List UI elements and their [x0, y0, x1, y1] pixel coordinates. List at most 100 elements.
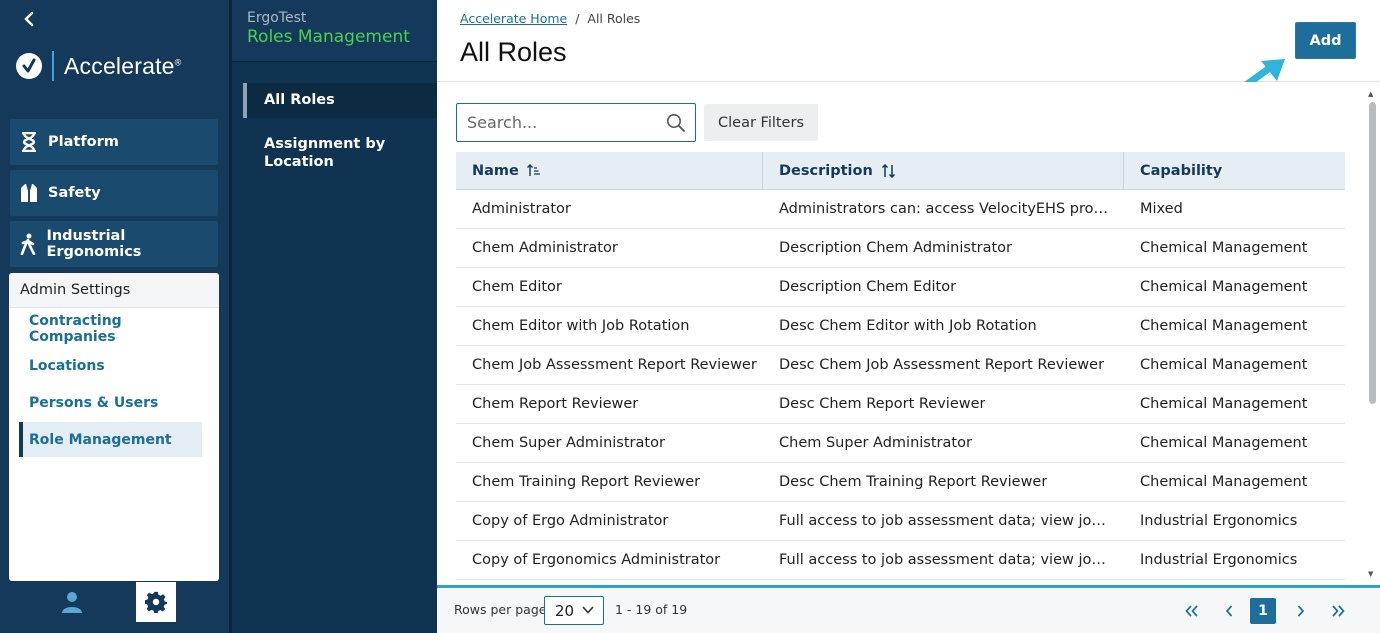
module-safety[interactable]: Safety	[10, 170, 218, 216]
rows-per-page-select[interactable]: 20	[544, 596, 604, 625]
search-input[interactable]	[467, 113, 657, 132]
sort-icon	[881, 163, 895, 178]
rows-per-page-label: Rows per page	[454, 602, 547, 617]
logo-divider	[52, 51, 54, 81]
admin-link-locations[interactable]: Locations	[19, 348, 202, 383]
gear-icon	[145, 591, 167, 613]
section-title: Roles Management	[247, 27, 410, 47]
cell-name: Administrator	[472, 201, 571, 217]
vertical-scrollbar[interactable]: ▲ ▼	[1367, 88, 1379, 583]
table-row[interactable]: Chem Job Assessment Report Reviewer Desc …	[456, 346, 1345, 385]
last-page-button[interactable]	[1325, 598, 1351, 624]
cell-name: Chem Training Report Reviewer	[472, 474, 701, 490]
cell-name: Chem Super Administrator	[472, 435, 665, 451]
clear-filters-button[interactable]: Clear Filters	[704, 104, 818, 141]
table-row[interactable]: Copy of Ergo Administrator Full access to…	[456, 502, 1345, 541]
cell-capability: Mixed	[1140, 201, 1183, 217]
column-header-capability[interactable]: Capability	[1124, 152, 1345, 189]
cell-description: Desc Chem Training Report Reviewer	[779, 474, 1048, 490]
rows-per-page-value: 20	[555, 601, 575, 620]
add-role-button[interactable]: Add	[1295, 22, 1356, 59]
scroll-down-icon[interactable]: ▼	[1368, 570, 1373, 578]
roles-table: Name Description Capability Administrato…	[456, 152, 1345, 580]
admin-link-persons-users[interactable]: Persons & Users	[19, 385, 202, 420]
search-icon[interactable]	[666, 113, 686, 133]
cell-description: Full access to job assessment data; view…	[779, 552, 1109, 568]
table-header: Name Description Capability	[456, 152, 1345, 190]
cell-capability: Chemical Management	[1140, 357, 1308, 373]
section-nav: ErgoTest Roles Management All Roles Assi…	[229, 0, 437, 633]
cell-description: Administrators can: access VelocityEHS p…	[779, 201, 1109, 217]
module-label: Safety	[48, 185, 101, 201]
cell-name: Chem Editor with Job Rotation	[472, 318, 690, 334]
settings-button[interactable]	[136, 582, 176, 622]
cell-name: Chem Job Assessment Report Reviewer	[472, 357, 757, 373]
breadcrumb: Accelerate Home / All Roles	[460, 11, 640, 26]
previous-page-button[interactable]	[1216, 598, 1242, 624]
cell-description: Full access to job assessment data; view…	[779, 513, 1109, 529]
page-range: 1 - 19 of 19	[615, 602, 688, 617]
table-row[interactable]: Administrator Administrators can: access …	[456, 190, 1345, 229]
table-row[interactable]: Chem Training Report Reviewer Desc Chem T…	[456, 463, 1345, 502]
cell-description: Desc Chem Job Assessment Report Reviewer	[779, 357, 1105, 373]
column-header-description[interactable]: Description	[763, 152, 1124, 189]
walking-person-icon	[10, 233, 46, 255]
column-header-name[interactable]: Name	[456, 152, 763, 189]
table-row[interactable]: Chem Report Reviewer Desc Chem Report Rev…	[456, 385, 1345, 424]
table-row[interactable]: Chem Super Administrator Chem Super Admin…	[456, 424, 1345, 463]
module-label: Industrial Ergonomics	[46, 228, 142, 260]
page-header: Accelerate Home / All Roles All Roles Ad…	[437, 0, 1380, 97]
table-row[interactable]: Chem Editor Description Chem Editor Chemic…	[456, 268, 1345, 307]
double-chevron-left-icon	[1185, 605, 1198, 617]
module-label: Platform	[48, 134, 119, 150]
scrollbar-thumb[interactable]	[1369, 102, 1376, 404]
double-chevron-right-icon	[1332, 605, 1345, 617]
cell-capability: Industrial Ergonomics	[1140, 513, 1298, 529]
cell-description: Chem Super Administrator	[779, 435, 972, 451]
cell-description: Desc Chem Report Reviewer	[779, 396, 986, 412]
cell-description: Description Chem Editor	[779, 279, 957, 295]
roles-list: Clear Filters Name Description Capabilit…	[437, 82, 1380, 585]
table-row[interactable]: Chem Administrator Description Chem Admin…	[456, 229, 1345, 268]
cell-capability: Chemical Management	[1140, 240, 1308, 256]
breadcrumb-separator: /	[575, 11, 580, 26]
module-industrial-ergonomics[interactable]: Industrial Ergonomics	[10, 221, 218, 267]
cell-name: Copy of Ergonomics Administrator	[472, 552, 721, 568]
cell-name: Copy of Ergo Administrator	[472, 513, 669, 529]
chevron-left-icon	[1225, 605, 1233, 617]
section-nav-header: ErgoTest Roles Management	[232, 0, 437, 62]
left-rail: Accelerate® Platform Safety Industrial E…	[0, 0, 229, 633]
checkmark-logo-icon	[16, 53, 42, 79]
cell-capability: Chemical Management	[1140, 318, 1308, 334]
page-title: All Roles	[460, 37, 567, 67]
cell-name: Chem Administrator	[472, 240, 618, 256]
chevron-down-icon	[582, 606, 594, 614]
table-row[interactable]: Chem Editor with Job Rotation Desc Chem E…	[456, 307, 1345, 346]
nav-item-assignment-by-location[interactable]: Assignment by Location	[243, 135, 413, 171]
pagination-bar: Rows per page 20 1 - 19 of 19 1	[437, 585, 1380, 633]
nav-item-all-roles[interactable]: All Roles	[243, 83, 437, 118]
table-row[interactable]: Copy of Ergonomics Administrator Full acc…	[456, 541, 1345, 580]
cell-capability: Chemical Management	[1140, 279, 1308, 295]
current-page-button[interactable]: 1	[1250, 598, 1276, 624]
vest-icon	[10, 183, 48, 203]
search-box	[456, 103, 696, 142]
user-icon	[62, 592, 82, 613]
breadcrumb-home-link[interactable]: Accelerate Home	[460, 11, 567, 26]
user-profile-button[interactable]	[50, 584, 94, 620]
hourglass-icon	[10, 132, 48, 152]
chevron-left-icon	[24, 11, 34, 27]
app-name: ErgoTest	[247, 10, 307, 26]
next-page-button[interactable]	[1288, 598, 1314, 624]
admin-link-role-management[interactable]: Role Management	[19, 422, 202, 457]
module-platform[interactable]: Platform	[10, 119, 218, 165]
chevron-right-icon	[1297, 605, 1305, 617]
first-page-button[interactable]	[1179, 598, 1205, 624]
cell-capability: Industrial Ergonomics	[1140, 552, 1298, 568]
admin-link-contracting-companies[interactable]: Contracting Companies	[19, 311, 202, 346]
cell-description: Description Chem Administrator	[779, 240, 1013, 256]
brand-logo: Accelerate®	[16, 48, 182, 84]
sort-ascending-icon	[526, 164, 540, 176]
scroll-up-icon[interactable]: ▲	[1368, 90, 1373, 98]
collapse-rail-button[interactable]	[20, 10, 40, 30]
